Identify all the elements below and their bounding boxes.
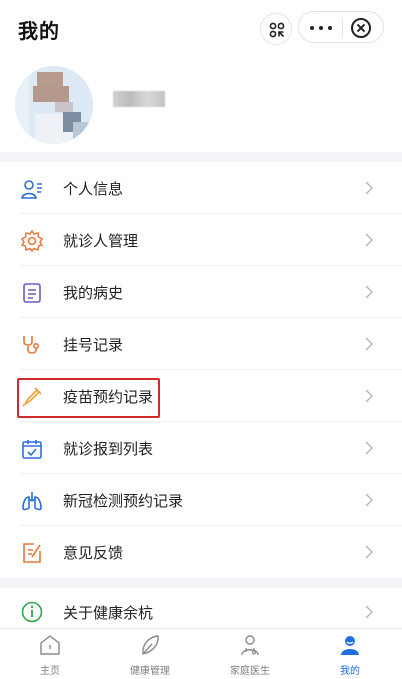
tab-family-doctor[interactable]: 家庭医生 [200, 629, 300, 679]
menu-item-label: 就诊报到列表 [63, 440, 154, 458]
bottom-tab-bar: 主页 健康管理 家庭医生 我的 [0, 628, 402, 679]
info-icon [21, 601, 43, 623]
close-icon[interactable] [351, 18, 371, 38]
person-card-icon [21, 180, 42, 199]
menu-item-feedback[interactable]: 意见反馈 [0, 526, 402, 578]
primary-menu-list: 个人信息 就诊人管理 我的病史 挂号记录 疫苗预约记录 就诊报到列表 新冠检测预… [0, 162, 402, 578]
header-bar: 我的 [0, 0, 402, 60]
menu-item-label: 意见反馈 [63, 544, 124, 562]
chevron-right-icon [365, 389, 373, 403]
menu-item-checkin-list[interactable]: 就诊报到列表 [0, 422, 402, 474]
tab-mine[interactable]: 我的 [300, 629, 400, 679]
secondary-menu-list: 关于健康余杭 [0, 588, 402, 628]
tab-label: 主页 [40, 666, 60, 677]
lungs-icon [22, 492, 42, 511]
tab-label: 家庭医生 [230, 666, 270, 677]
section-divider [0, 578, 402, 588]
chevron-right-icon [365, 233, 373, 247]
stethoscope-icon [23, 336, 40, 354]
menu-item-label: 就诊人管理 [63, 232, 139, 250]
chevron-right-icon [365, 337, 373, 351]
menu-item-personal-info[interactable]: 个人信息 [0, 162, 402, 214]
menu-item-about[interactable]: 关于健康余杭 [0, 588, 402, 628]
capsule-divider [342, 19, 343, 37]
username-redacted [113, 91, 165, 107]
avatar-image [15, 66, 93, 144]
menu-item-label: 个人信息 [63, 180, 124, 198]
menu-item-registration-records[interactable]: 挂号记录 [0, 318, 402, 370]
menu-item-vaccine-appointment-records[interactable]: 疫苗预约记录 [0, 370, 402, 422]
chevron-right-icon [365, 493, 373, 507]
calendar-check-icon [22, 440, 42, 459]
home-icon [40, 635, 60, 655]
menu-item-covid-test-appointments[interactable]: 新冠检测预约记录 [0, 474, 402, 526]
section-divider [0, 152, 402, 162]
scan-button[interactable] [260, 13, 292, 45]
user-icon [341, 636, 359, 655]
chevron-right-icon [365, 441, 373, 455]
tab-health-management[interactable]: 健康管理 [100, 629, 200, 679]
profile-section [0, 60, 402, 152]
chevron-right-icon [365, 545, 373, 559]
tab-label: 健康管理 [130, 666, 170, 677]
mini-program-capsule [298, 11, 384, 43]
highlight-box [17, 378, 160, 418]
menu-item-label: 我的病史 [63, 284, 124, 302]
doctor-icon [241, 635, 259, 656]
document-icon [23, 283, 41, 303]
chevron-right-icon [365, 285, 373, 299]
tab-label: 我的 [340, 666, 360, 677]
gear-icon [20, 229, 44, 253]
menu-item-label: 挂号记录 [63, 336, 124, 354]
leaf-icon [142, 635, 159, 655]
menu-item-medical-history[interactable]: 我的病史 [0, 266, 402, 318]
avatar[interactable] [15, 66, 93, 144]
menu-item-patient-management[interactable]: 就诊人管理 [0, 214, 402, 266]
chevron-right-icon [365, 181, 373, 195]
tab-home[interactable]: 主页 [0, 629, 100, 679]
menu-item-label: 新冠检测预约记录 [63, 492, 184, 510]
feedback-icon [23, 543, 41, 563]
menu-item-label: 关于健康余杭 [63, 604, 154, 622]
more-icon[interactable] [309, 26, 333, 30]
chevron-right-icon [365, 605, 373, 619]
page-title: 我的 [18, 19, 60, 43]
scan-icon [269, 22, 285, 38]
